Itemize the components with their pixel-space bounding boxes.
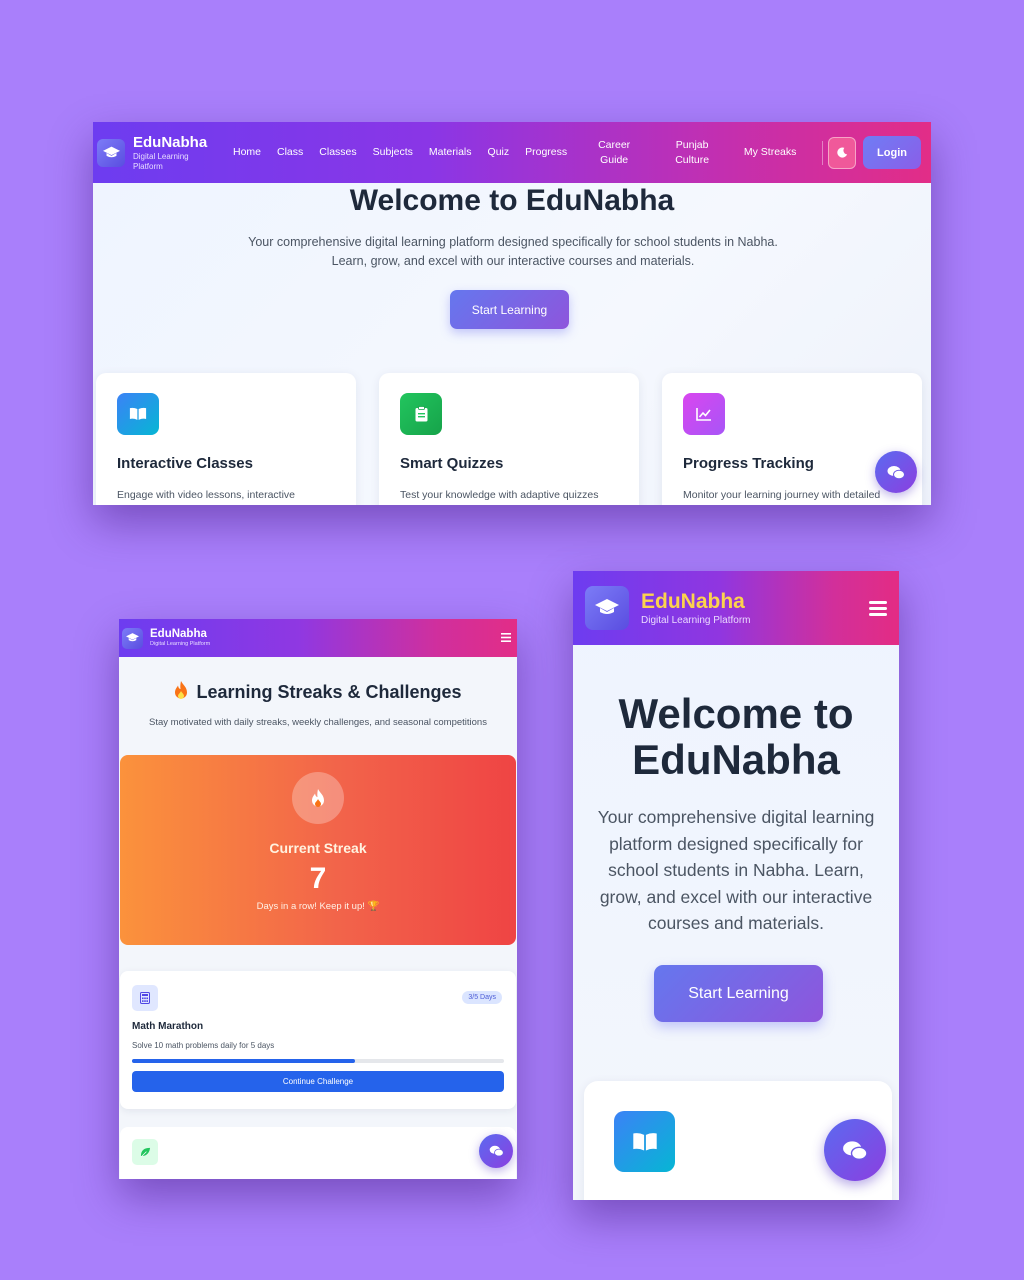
nav-progress[interactable]: Progress xyxy=(517,145,575,160)
fire-icon xyxy=(175,681,188,699)
current-streak-label: Current Streak xyxy=(269,840,367,856)
challenge-title: Math Marathon xyxy=(132,1021,204,1032)
hamburger-icon[interactable] xyxy=(501,631,511,645)
mobile-screenshot: EduNabha Digital Learning Platform Welco… xyxy=(573,571,899,1200)
chat-bubbles-icon xyxy=(489,1145,504,1157)
brand-tagline: Digital Learning Platform xyxy=(133,151,189,171)
navbar: EduNabha Digital Learning Platform xyxy=(119,619,517,657)
streak-message: Days in a row! Keep it up! 🏆 xyxy=(256,901,380,912)
nav-subjects[interactable]: Subjects xyxy=(365,145,421,160)
graduation-cap-icon[interactable] xyxy=(97,138,125,167)
streaks-subtitle: Stay motivated with daily streaks, weekl… xyxy=(149,717,487,728)
feature-title: Progress Tracking xyxy=(683,455,814,472)
hero-title: Welcome to EduNabha xyxy=(349,184,675,217)
graduation-cap-icon[interactable] xyxy=(122,627,143,649)
desktop-screenshot: EduNabha Digital Learning Platform Home … xyxy=(93,122,931,505)
login-button[interactable]: Login xyxy=(863,136,921,169)
brand[interactable]: EduNabha Digital Learning Platform xyxy=(133,134,219,172)
clipboard-icon xyxy=(400,393,442,435)
nav-classes[interactable]: Classes xyxy=(311,145,364,160)
feature-card-interactive-classes[interactable]: Interactive Classes Engage with video le… xyxy=(96,373,356,505)
chat-button[interactable] xyxy=(824,1119,886,1181)
chat-button[interactable] xyxy=(875,451,917,493)
brand-name: EduNabha xyxy=(641,589,745,613)
fire-icon xyxy=(292,772,344,824)
challenge-progress-fill xyxy=(132,1059,356,1063)
streaks-title: Learning Streaks & Challenges xyxy=(196,682,462,702)
nav-my-streaks[interactable]: My Streaks xyxy=(731,145,809,160)
nav-punjab-culture[interactable]: Punjab Culture xyxy=(653,138,731,168)
brand[interactable]: EduNabha Digital Learning Platform xyxy=(150,628,210,648)
leaf-icon xyxy=(132,1139,158,1165)
book-open-icon xyxy=(614,1111,675,1172)
navbar: EduNabha Digital Learning Platform Home … xyxy=(93,122,931,183)
chat-bubbles-icon xyxy=(887,465,905,479)
feature-card-smart-quizzes[interactable]: Smart Quizzes Test your knowledge with a… xyxy=(379,373,639,505)
hero-title: Welcome to EduNabha xyxy=(618,690,854,783)
chart-line-icon xyxy=(683,393,725,435)
brand-tagline: Digital Learning Platform xyxy=(641,614,751,626)
challenge-card-math-marathon: 3/5 Days Math Marathon Solve 10 math pro… xyxy=(120,971,516,1109)
nav-divider xyxy=(822,140,823,165)
challenge-desc: Solve 10 math problems daily for 5 days xyxy=(132,1041,275,1050)
challenge-card xyxy=(120,1127,516,1179)
feature-desc: Engage with video lessons, interactive xyxy=(117,489,296,501)
graduation-cap-icon[interactable] xyxy=(585,586,629,630)
hero-subtitle: Your comprehensive digital learning plat… xyxy=(597,807,875,933)
current-streak-card: Current Streak 7 Days in a row! Keep it … xyxy=(120,755,516,945)
current-streak-value: 7 xyxy=(309,862,327,895)
challenge-badge: 3/5 Days xyxy=(462,991,502,1004)
theme-toggle-button[interactable] xyxy=(828,136,856,169)
challenge-progress-bar xyxy=(132,1059,504,1063)
hamburger-icon[interactable] xyxy=(869,598,887,619)
start-learning-button[interactable]: Start Learning xyxy=(450,290,569,329)
feature-title: Smart Quizzes xyxy=(400,455,504,472)
tablet-screenshot: EduNabha Digital Learning Platform Learn… xyxy=(119,619,517,1179)
start-learning-button[interactable]: Start Learning xyxy=(654,965,823,1022)
feature-title: Interactive Classes xyxy=(117,455,253,472)
nav-career-guide[interactable]: Career Guide xyxy=(575,138,653,168)
feature-desc: Monitor your learning journey with detai… xyxy=(683,489,881,501)
chat-bubbles-icon xyxy=(843,1140,868,1160)
navbar: EduNabha Digital Learning Platform xyxy=(573,571,899,645)
brand-tagline: Digital Learning Platform xyxy=(150,641,211,647)
continue-challenge-button[interactable]: Continue Challenge xyxy=(132,1071,504,1092)
nav-quiz[interactable]: Quiz xyxy=(480,145,518,160)
nav-class[interactable]: Class xyxy=(269,145,311,160)
brand-name: EduNabha xyxy=(150,628,207,640)
brand[interactable]: EduNabha Digital Learning Platform xyxy=(641,590,751,627)
moon-icon xyxy=(836,147,847,158)
chat-button[interactable] xyxy=(479,1134,513,1168)
streaks-heading: Learning Streaks & Challenges xyxy=(119,681,517,703)
nav-materials[interactable]: Materials xyxy=(421,145,480,160)
feature-desc: Test your knowledge with adaptive quizze… xyxy=(400,489,599,501)
brand-name: EduNabha xyxy=(133,133,208,151)
nav-home[interactable]: Home xyxy=(225,145,269,160)
hero-subtitle: Your comprehensive digital learning plat… xyxy=(248,235,778,268)
calculator-icon xyxy=(132,985,158,1011)
nav-menu: Home Class Classes Subjects Materials Qu… xyxy=(225,138,817,168)
book-open-icon xyxy=(117,393,159,435)
